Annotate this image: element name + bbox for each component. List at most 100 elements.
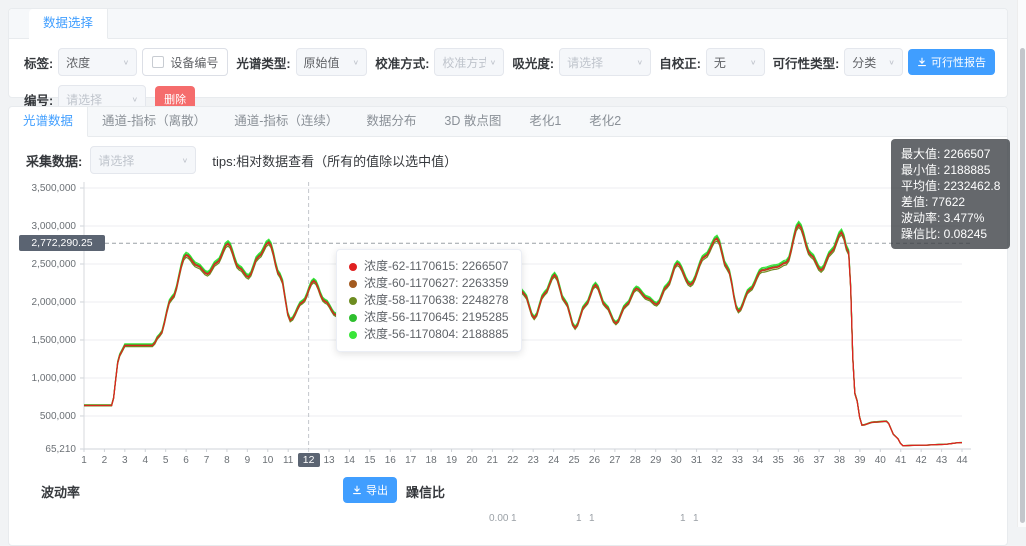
svg-text:6: 6 [183, 455, 189, 466]
delete-button-label: 删除 [164, 91, 186, 107]
svg-text:500,000: 500,000 [40, 411, 77, 422]
spectrum-type-value: 原始值 [304, 54, 340, 71]
tooltip-series-text: 浓度-56-1170804: 2188885 [364, 326, 509, 343]
svg-text:3,000,000: 3,000,000 [32, 221, 77, 232]
scrollbar-thumb[interactable] [1020, 48, 1025, 523]
feasibility-report-button[interactable]: 可行性报告 [908, 49, 995, 75]
selfcal-select[interactable]: 无 ∨ [706, 48, 765, 76]
svg-text:10: 10 [262, 455, 274, 466]
chevron-down-icon: ∨ [750, 58, 757, 67]
x-axis-marker-badge[interactable]: 12 [298, 453, 320, 467]
y-axis-marker-badge: 2,772,290.25 [19, 235, 105, 251]
svg-text:4: 4 [142, 455, 148, 466]
chevron-down-icon: ∨ [888, 58, 895, 67]
chevron-down-icon: ∨ [123, 58, 130, 67]
svg-text:31: 31 [691, 455, 703, 466]
svg-text:39: 39 [854, 455, 866, 466]
absorbance-select[interactable]: 请选择 ∨ [559, 48, 651, 76]
svg-text:29: 29 [650, 455, 662, 466]
noise-signal-ratio-label: 躁信比 [406, 482, 445, 501]
svg-text:3,500,000: 3,500,000 [32, 183, 77, 194]
svg-text:16: 16 [385, 455, 397, 466]
svg-text:9: 9 [245, 455, 251, 466]
svg-text:37: 37 [814, 455, 826, 466]
calibration-label: 校准方式: [375, 53, 429, 72]
svg-text:43: 43 [936, 455, 948, 466]
number-placeholder: 请选择 [66, 91, 102, 108]
checkbox-icon [152, 56, 164, 68]
tag-label: 标签: [24, 53, 53, 72]
svg-text:1,000,000: 1,000,000 [32, 373, 77, 384]
scrollbar[interactable] [1017, 0, 1026, 527]
stat-line: 最小值: 2188885 [901, 162, 1000, 178]
svg-text:22: 22 [507, 455, 519, 466]
svg-text:21: 21 [487, 455, 499, 466]
spectrum-type-select[interactable]: 原始值 ∨ [296, 48, 368, 76]
stat-line: 最大值: 2266507 [901, 146, 1000, 162]
tooltip-series-text: 浓度-60-1170627: 2263359 [364, 275, 509, 292]
series-dot-icon [349, 331, 357, 339]
svg-text:25: 25 [568, 455, 580, 466]
svg-text:26: 26 [589, 455, 601, 466]
svg-text:3: 3 [122, 455, 128, 466]
svg-text:7: 7 [204, 455, 210, 466]
svg-text:27: 27 [609, 455, 621, 466]
partial-tick: 1 [511, 513, 517, 524]
filter-card: 数据选择 标签: 浓度 ∨ 设备编号 光谱类型: 原始值 ∨ 校准方式: 校准方… [8, 8, 1008, 98]
absorbance-placeholder: 请选择 [567, 54, 603, 71]
svg-text:19: 19 [446, 455, 458, 466]
svg-text:11: 11 [283, 455, 294, 466]
tooltip-series-item: 浓度-56-1170804: 2188885 [349, 326, 509, 343]
svg-text:32: 32 [711, 455, 723, 466]
partial-tick: 1 [693, 513, 699, 524]
chart-tooltip: 浓度-62-1170615: 2266507浓度-60-1170627: 226… [336, 249, 522, 352]
svg-text:38: 38 [834, 455, 846, 466]
stat-line: 波动率: 3.477% [901, 210, 1000, 226]
tab-data-select[interactable]: 数据选择 [29, 9, 108, 39]
series-dot-icon [349, 297, 357, 305]
device-number-checkbox-label: 设备编号 [170, 54, 218, 71]
export-button[interactable]: 导出 [343, 477, 397, 503]
feasibility-type-select[interactable]: 分类 ∨ [844, 48, 903, 76]
partial-axis-row: 0.0011111 [9, 513, 1007, 531]
svg-text:14: 14 [344, 455, 356, 466]
tag-select-value: 浓度 [66, 54, 90, 71]
svg-text:2: 2 [102, 455, 108, 466]
stat-line: 差值: 77622 [901, 194, 1000, 210]
svg-text:18: 18 [426, 455, 438, 466]
selfcal-value: 无 [714, 54, 726, 71]
series-dot-icon [349, 263, 357, 271]
svg-text:33: 33 [732, 455, 744, 466]
calibration-placeholder: 校准方式 [442, 54, 485, 71]
calibration-select[interactable]: 校准方式 ∨ [434, 48, 504, 76]
svg-text:30: 30 [671, 455, 683, 466]
svg-text:40: 40 [875, 455, 887, 466]
feasibility-type-label: 可行性类型: [773, 53, 840, 72]
svg-text:13: 13 [323, 455, 335, 466]
svg-text:24: 24 [548, 455, 560, 466]
chart-footer: 波动率 导出 躁信比 [9, 475, 1007, 505]
svg-text:41: 41 [895, 455, 907, 466]
svg-text:1,500,000: 1,500,000 [32, 335, 77, 346]
svg-text:8: 8 [224, 455, 230, 466]
svg-text:1: 1 [81, 455, 87, 466]
device-number-checkbox[interactable]: 设备编号 [142, 48, 228, 76]
svg-text:20: 20 [466, 455, 478, 466]
svg-text:36: 36 [793, 455, 805, 466]
series-dot-icon [349, 280, 357, 288]
partial-tick: 1 [589, 513, 595, 524]
fluctuation-rate-label: 波动率 [41, 482, 80, 501]
stat-line: 平均值: 2232462.8 [901, 178, 1000, 194]
chevron-down-icon: ∨ [637, 58, 644, 67]
svg-text:28: 28 [630, 455, 642, 466]
selfcal-label: 自校正: [659, 53, 701, 72]
filter-tabbar: 数据选择 [9, 9, 1007, 39]
svg-text:34: 34 [752, 455, 764, 466]
chevron-down-icon: ∨ [490, 58, 497, 67]
stats-box: 最大值: 2266507最小值: 2188885平均值: 2232462.8差值… [891, 139, 1010, 249]
svg-text:5: 5 [163, 455, 169, 466]
svg-text:2,500,000: 2,500,000 [32, 259, 77, 270]
tag-select[interactable]: 浓度 ∨ [58, 48, 137, 76]
absorbance-label: 吸光度: [512, 53, 554, 72]
chevron-down-icon: ∨ [353, 58, 360, 67]
